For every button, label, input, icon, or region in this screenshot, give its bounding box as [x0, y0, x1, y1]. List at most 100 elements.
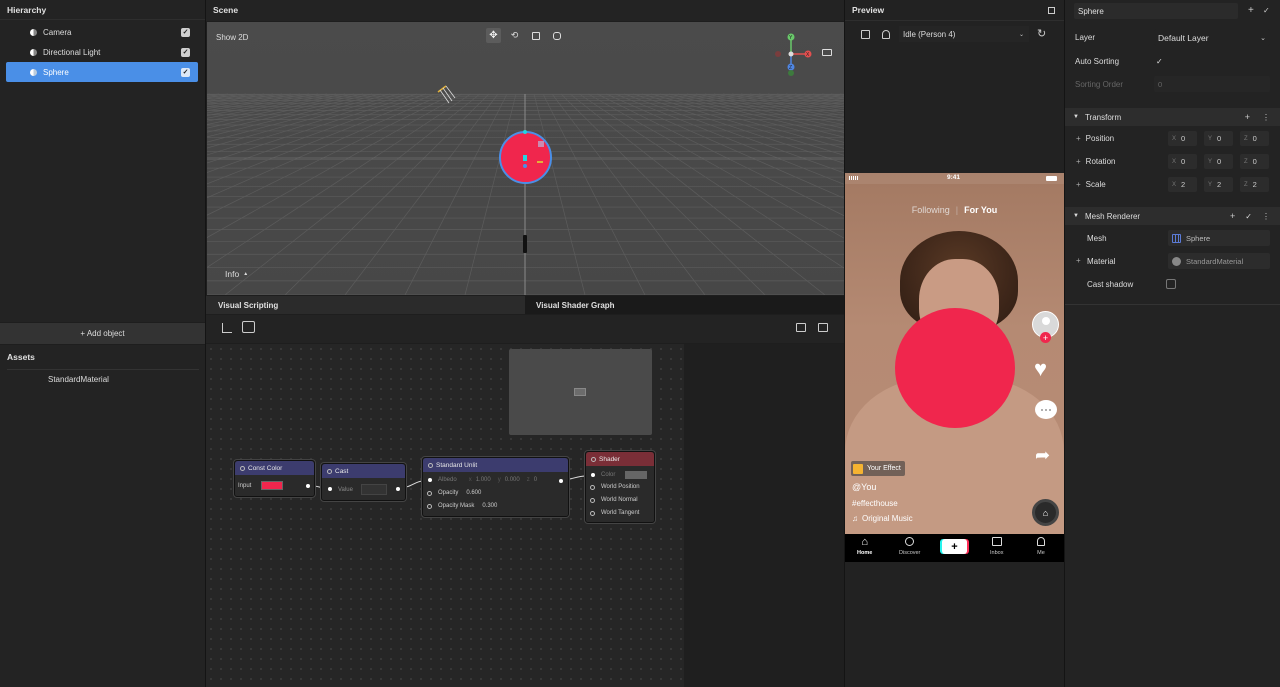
albedo-y-value[interactable]: 0.000: [505, 477, 520, 483]
heart-icon[interactable]: ♥: [1034, 356, 1047, 382]
rotation-z-field[interactable]: Z0: [1240, 154, 1269, 169]
hashtag[interactable]: #effecthouse: [852, 499, 898, 508]
albedo-z-value[interactable]: 0: [534, 477, 537, 483]
tab-for-you[interactable]: For You: [964, 205, 997, 215]
object-enabled-checkbox[interactable]: ✓: [1263, 6, 1270, 15]
node-standard-unlit[interactable]: Standard Unlit Albedo x 1.000 y 0.000 z …: [422, 457, 569, 517]
input-port[interactable]: [590, 497, 595, 503]
add-object-button[interactable]: + Add object: [0, 323, 205, 344]
add-icon[interactable]: +: [1230, 211, 1235, 221]
color-field[interactable]: [625, 471, 648, 479]
info-toggle[interactable]: Info ▲: [225, 269, 248, 279]
comment-icon[interactable]: [1035, 400, 1057, 419]
transform-header[interactable]: ▼ Transform + ⋮: [1065, 108, 1280, 126]
output-port[interactable]: [396, 487, 400, 491]
follow-plus-icon[interactable]: +: [1040, 332, 1051, 343]
phone-preview[interactable]: 9:41 Following | For You + ♥ ➦ Your Effe…: [845, 173, 1064, 562]
more-icon[interactable]: ⋮: [1262, 212, 1270, 221]
your-effect-badge[interactable]: Your Effect: [851, 461, 905, 476]
input-port[interactable]: [590, 510, 595, 516]
scene-viewport[interactable]: Show 2D ✥ ⟲ Y X Z Info ▲: [207, 22, 844, 295]
albedo-x-value[interactable]: 1.000: [476, 477, 491, 483]
input-port[interactable]: [427, 503, 432, 509]
expand-plus-icon[interactable]: +: [1076, 256, 1081, 265]
input-port[interactable]: [591, 473, 595, 477]
position-y-field[interactable]: Y0: [1204, 131, 1233, 146]
position-z-field[interactable]: Z0: [1240, 131, 1269, 146]
minimap-icon[interactable]: [796, 323, 806, 332]
material-field[interactable]: StandardMaterial: [1168, 253, 1270, 269]
visibility-checkbox[interactable]: ✓: [181, 67, 190, 77]
animation-dropdown[interactable]: Idle (Person 4) ⌄: [899, 26, 1029, 42]
value-field[interactable]: [360, 484, 387, 495]
directional-light-gizmo[interactable]: [435, 82, 461, 104]
node-const-color[interactable]: Const Color Input: [234, 460, 315, 497]
enabled-checkbox[interactable]: ✓: [1245, 212, 1252, 221]
mesh-renderer-header[interactable]: ▼ Mesh Renderer + ✓ ⋮: [1065, 207, 1280, 225]
opacity-mask-value[interactable]: 0.300: [482, 503, 497, 509]
rotation-y-field[interactable]: Y0: [1204, 154, 1233, 169]
scale-tool-button[interactable]: [528, 28, 543, 43]
popout-icon[interactable]: [1048, 7, 1055, 14]
visibility-checkbox[interactable]: ✓: [181, 27, 190, 37]
person-icon[interactable]: [882, 30, 890, 39]
node-tree-icon[interactable]: [222, 323, 232, 333]
rotation-x-field[interactable]: X0: [1168, 154, 1197, 169]
sorting-order-field[interactable]: 0: [1154, 76, 1270, 92]
expand-plus-icon[interactable]: +: [1076, 180, 1081, 189]
copy-icon[interactable]: [861, 30, 870, 39]
rect-tool-button[interactable]: [549, 28, 564, 43]
tab-visual-shader-graph[interactable]: Visual Shader Graph: [526, 296, 844, 314]
show-2d-toggle[interactable]: Show 2D: [216, 33, 248, 42]
create-button[interactable]: +: [942, 539, 967, 554]
orientation-gizmo[interactable]: Y X Z: [767, 32, 817, 82]
music-row[interactable]: ♫ Original Music: [852, 514, 913, 523]
visibility-checkbox[interactable]: ✓: [181, 47, 190, 57]
scale-x-field[interactable]: X2: [1168, 177, 1197, 192]
camera-gizmo[interactable]: [523, 235, 527, 253]
node-shader[interactable]: Shader Color World Position World Normal…: [585, 451, 655, 523]
input-port[interactable]: [428, 478, 432, 482]
color-swatch[interactable]: [261, 481, 284, 490]
nav-me[interactable]: Me: [1037, 537, 1045, 556]
hierarchy-item-camera[interactable]: Camera ✓: [6, 23, 198, 41]
move-tool-button[interactable]: ✥: [486, 28, 501, 43]
node-cast[interactable]: Cast Value: [321, 463, 406, 501]
scale-y-field[interactable]: Y2: [1204, 177, 1233, 192]
auto-sorting-checkbox[interactable]: ✓: [1156, 57, 1163, 66]
sphere-object[interactable]: [499, 130, 552, 184]
nav-home[interactable]: ⌂ Home: [857, 537, 872, 557]
refresh-icon[interactable]: ↻: [1037, 27, 1046, 40]
output-port[interactable]: [306, 484, 310, 488]
input-port[interactable]: [328, 487, 332, 491]
graph-list-icon[interactable]: [242, 321, 255, 333]
fit-view-icon[interactable]: [818, 323, 828, 332]
hierarchy-item-directional-light[interactable]: Directional Light ✓: [6, 43, 198, 61]
hierarchy-item-sphere[interactable]: Sphere ✓: [6, 62, 198, 82]
input-port[interactable]: [427, 490, 432, 496]
share-icon[interactable]: ➦: [1035, 445, 1050, 466]
username[interactable]: @You: [852, 482, 876, 492]
output-port[interactable]: [559, 479, 563, 483]
layer-dropdown[interactable]: Default Layer ⌄: [1154, 29, 1270, 46]
scale-z-field[interactable]: Z2: [1240, 177, 1269, 192]
camera-view-icon[interactable]: [822, 49, 832, 56]
position-x-field[interactable]: X0: [1168, 131, 1197, 146]
nav-discover[interactable]: Discover: [899, 537, 920, 556]
mesh-field[interactable]: Sphere: [1168, 230, 1270, 246]
input-port[interactable]: [590, 484, 595, 490]
object-name-field[interactable]: Sphere: [1074, 3, 1238, 19]
expand-plus-icon[interactable]: +: [1076, 157, 1081, 166]
add-component-icon[interactable]: +: [1248, 5, 1254, 16]
opacity-value[interactable]: 0.600: [466, 490, 481, 496]
rotate-tool-button[interactable]: ⟲: [507, 28, 522, 43]
tab-following[interactable]: Following: [912, 205, 950, 215]
tab-visual-scripting[interactable]: Visual Scripting: [206, 296, 525, 314]
expand-plus-icon[interactable]: +: [1076, 134, 1081, 143]
asset-item[interactable]: StandardMaterial: [48, 375, 109, 384]
add-icon[interactable]: +: [1245, 112, 1250, 122]
cast-shadow-checkbox[interactable]: [1166, 279, 1176, 289]
nav-inbox[interactable]: Inbox: [990, 537, 1003, 556]
more-icon[interactable]: ⋮: [1262, 113, 1270, 122]
music-disc[interactable]: ⌂: [1032, 499, 1059, 526]
